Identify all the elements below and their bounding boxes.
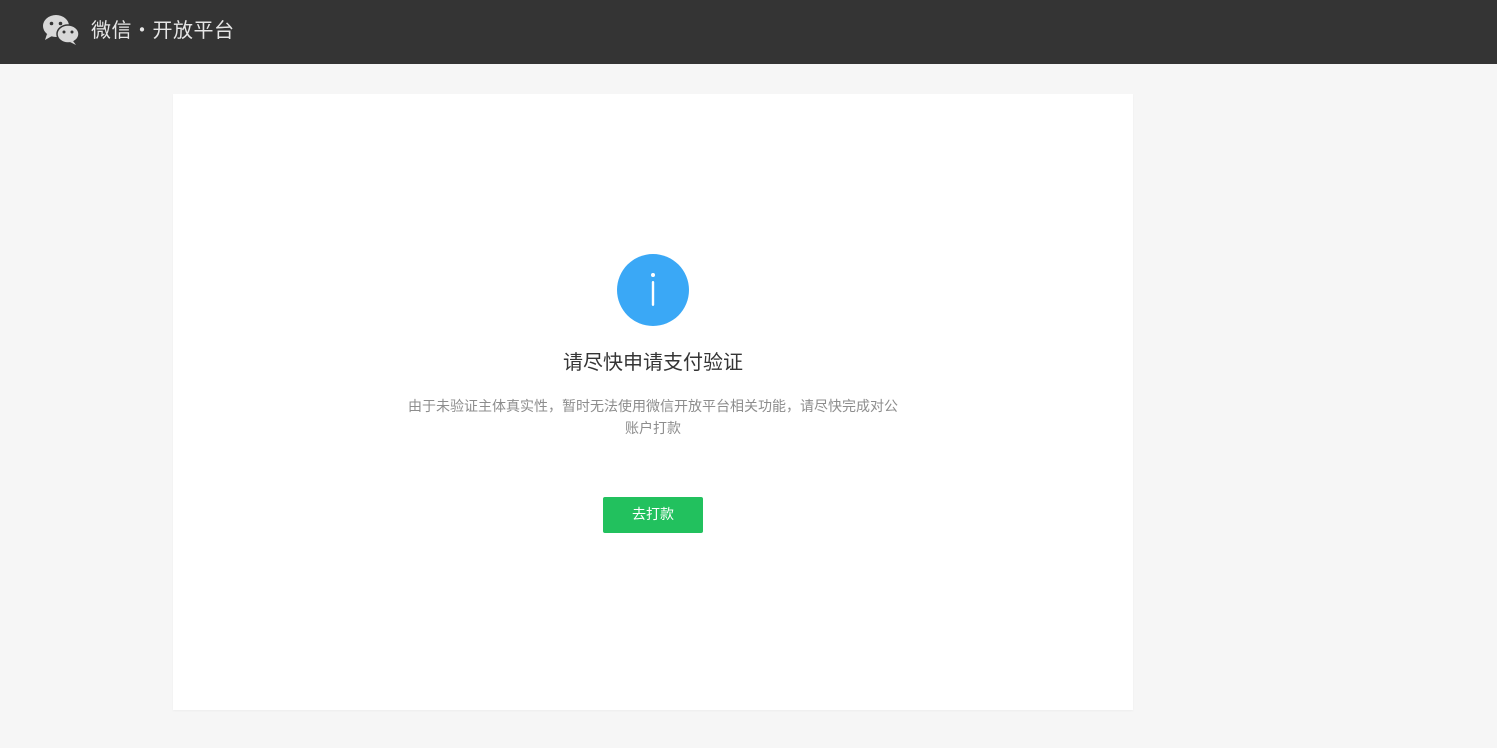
notice-title: 请尽快申请支付验证 [563, 350, 743, 374]
notice-description: 由于未验证主体真实性，暂时无法使用微信开放平台相关功能，请尽快完成对公账户打款 [408, 399, 898, 437]
go-pay-button[interactable]: 去打款 [603, 497, 703, 533]
brand-title[interactable]: 微信・开放平台 [91, 16, 235, 44]
verification-notice-card: 请尽快申请支付验证 由于未验证主体真实性，暂时无法使用微信开放平台相关功能，请尽… [173, 94, 1133, 710]
info-icon [617, 254, 689, 326]
top-navigation-bar: 微信・开放平台 [0, 0, 1497, 64]
wechat-logo-icon[interactable] [42, 14, 80, 46]
